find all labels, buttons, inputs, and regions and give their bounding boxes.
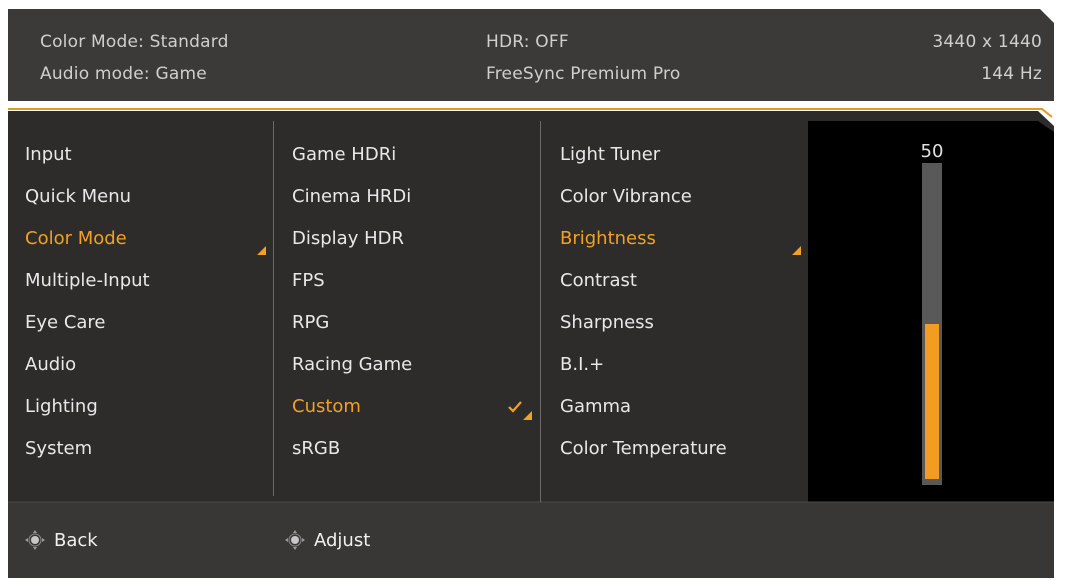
adjust-hint[interactable]: Adjust bbox=[284, 526, 370, 554]
menu-item-display-hdr[interactable]: Display HDR bbox=[292, 224, 404, 254]
refresh-rate-status: 144 Hz bbox=[981, 64, 1042, 84]
freesync-status: FreeSync Premium Pro bbox=[486, 64, 681, 84]
menu-item-color-temperature[interactable]: Color Temperature bbox=[560, 434, 727, 464]
hdr-status: HDR: OFF bbox=[486, 32, 569, 52]
menu-item-racing-game[interactable]: Racing Game bbox=[292, 350, 412, 380]
menu-item-quick-menu[interactable]: Quick Menu bbox=[25, 182, 131, 212]
brightness-slider[interactable] bbox=[922, 163, 942, 485]
slider-fill bbox=[925, 324, 939, 479]
column-divider bbox=[273, 121, 274, 496]
menu-item-eye-care[interactable]: Eye Care bbox=[25, 308, 106, 338]
menu-item-color-mode[interactable]: Color Mode bbox=[25, 224, 127, 254]
menu-item-gamma[interactable]: Gamma bbox=[560, 392, 631, 422]
menu-item-rpg[interactable]: RPG bbox=[292, 308, 329, 338]
menu-item-multiple-input[interactable]: Multiple-Input bbox=[25, 266, 150, 296]
color-mode-status: Color Mode: Standard bbox=[40, 32, 229, 52]
menu-item-color-vibrance[interactable]: Color Vibrance bbox=[560, 182, 692, 212]
menu-item-game-hdri[interactable]: Game HDRi bbox=[292, 140, 396, 170]
back-hint[interactable]: Back bbox=[24, 526, 98, 554]
slider-value: 50 bbox=[920, 141, 944, 162]
menu-item-cinema-hrdi[interactable]: Cinema HRDi bbox=[292, 182, 411, 212]
menu-item-brightness[interactable]: Brightness bbox=[560, 224, 656, 254]
joystick-icon bbox=[285, 530, 305, 550]
menu-item-bi-plus[interactable]: B.I.+ bbox=[560, 350, 604, 380]
menu-item-input[interactable]: Input bbox=[25, 140, 72, 170]
menu-item-lighting[interactable]: Lighting bbox=[25, 392, 98, 422]
selection-arrow-icon bbox=[792, 246, 801, 255]
menu-item-fps[interactable]: FPS bbox=[292, 266, 325, 296]
menu-item-custom[interactable]: Custom bbox=[292, 392, 361, 422]
osd-frame bbox=[8, 9, 1054, 578]
menu-item-srgb[interactable]: sRGB bbox=[292, 434, 340, 464]
audio-mode-status: Audio mode: Game bbox=[40, 64, 207, 84]
menu-item-system[interactable]: System bbox=[25, 434, 92, 464]
menu-item-contrast[interactable]: Contrast bbox=[560, 266, 637, 296]
checkmark-icon bbox=[508, 401, 522, 413]
column-divider bbox=[540, 121, 541, 502]
menu-item-audio[interactable]: Audio bbox=[25, 350, 76, 380]
selection-arrow-icon bbox=[257, 246, 266, 255]
selection-arrow-icon bbox=[523, 411, 532, 420]
resolution-status: 3440 x 1440 bbox=[932, 32, 1042, 52]
menu-item-sharpness[interactable]: Sharpness bbox=[560, 308, 654, 338]
osd-menu: Color Mode: Standard Audio mode: Game HD… bbox=[8, 9, 1054, 578]
adjust-label: Adjust bbox=[314, 529, 371, 551]
joystick-icon bbox=[25, 530, 45, 550]
back-label: Back bbox=[54, 529, 98, 551]
menu-item-light-tuner[interactable]: Light Tuner bbox=[560, 140, 660, 170]
